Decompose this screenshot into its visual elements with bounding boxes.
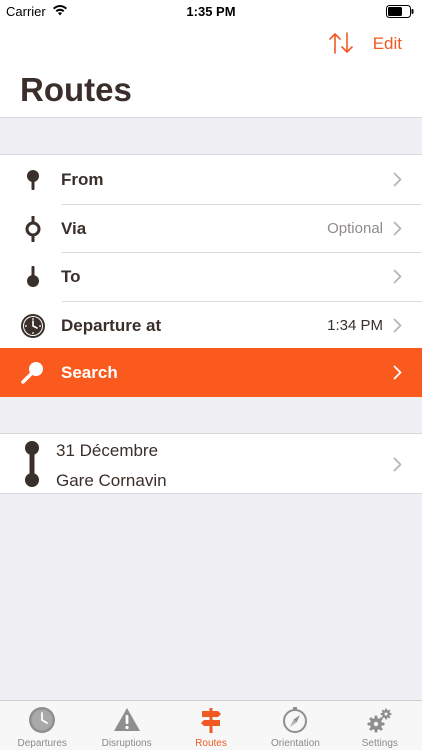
- to-row[interactable]: To: [0, 252, 422, 301]
- departure-time-value: 1:34 PM: [327, 316, 383, 334]
- route-line-icon: [25, 441, 39, 487]
- route-form: From Via Optional To Departure at 1:34 P…: [0, 154, 422, 349]
- recent-route-item[interactable]: 31 Décembre Gare Cornavin: [0, 433, 422, 494]
- tab-label: Disruptions: [101, 738, 152, 749]
- via-label: Via: [61, 218, 87, 238]
- navigation-header: Edit Routes: [0, 22, 422, 118]
- origin-pin-icon: [27, 170, 39, 190]
- recent-route-origin: 31 Décembre: [56, 441, 159, 460]
- signpost-icon: [201, 708, 222, 733]
- recent-route-destination: Gare Cornavin: [56, 471, 167, 490]
- search-button[interactable]: Search: [0, 348, 422, 397]
- via-row[interactable]: Via Optional: [0, 203, 422, 253]
- tab-label: Settings: [361, 738, 398, 749]
- search-label: Search: [61, 363, 118, 382]
- tab-label: Orientation: [270, 738, 320, 749]
- chevron-right-icon: [393, 365, 402, 380]
- tab-settings[interactable]: Settings: [338, 701, 422, 750]
- swap-direction-icon[interactable]: [328, 31, 354, 55]
- clock-icon: [29, 707, 56, 733]
- tab-departures[interactable]: Departures: [0, 701, 84, 750]
- tab-bar: Departures Disruptions Routes Orientatio…: [0, 700, 422, 750]
- gears-icon: [367, 708, 392, 733]
- tab-label: Departures: [17, 738, 67, 749]
- battery-icon: [386, 5, 414, 18]
- chevron-right-icon: [393, 318, 402, 332]
- from-label: From: [61, 170, 104, 189]
- page-title: Routes: [20, 71, 132, 108]
- tab-disruptions[interactable]: Disruptions: [84, 701, 168, 750]
- from-row[interactable]: From: [0, 155, 422, 204]
- compass-icon: [283, 707, 308, 733]
- via-value: Optional: [327, 219, 383, 237]
- tab-label: Routes: [195, 738, 227, 749]
- via-stop-icon: [25, 215, 41, 242]
- chevron-right-icon: [393, 172, 402, 187]
- status-bar: Carrier 1:35 PM: [0, 0, 422, 22]
- chevron-right-icon: [393, 221, 402, 235]
- clock-icon: [21, 313, 45, 338]
- tab-orientation[interactable]: Orientation: [253, 701, 337, 750]
- tab-routes[interactable]: Routes: [169, 701, 253, 750]
- chevron-right-icon: [393, 269, 402, 284]
- to-label: To: [61, 267, 81, 286]
- warning-icon: [113, 708, 140, 731]
- departure-label: Departure at: [61, 315, 162, 335]
- departure-time-row[interactable]: Departure at 1:34 PM: [0, 300, 422, 350]
- destination-pin-icon: [27, 266, 39, 287]
- search-icon: [21, 362, 43, 384]
- clock-time: 1:35 PM: [186, 4, 236, 19]
- edit-button[interactable]: Edit: [373, 34, 402, 54]
- chevron-right-icon: [393, 457, 402, 472]
